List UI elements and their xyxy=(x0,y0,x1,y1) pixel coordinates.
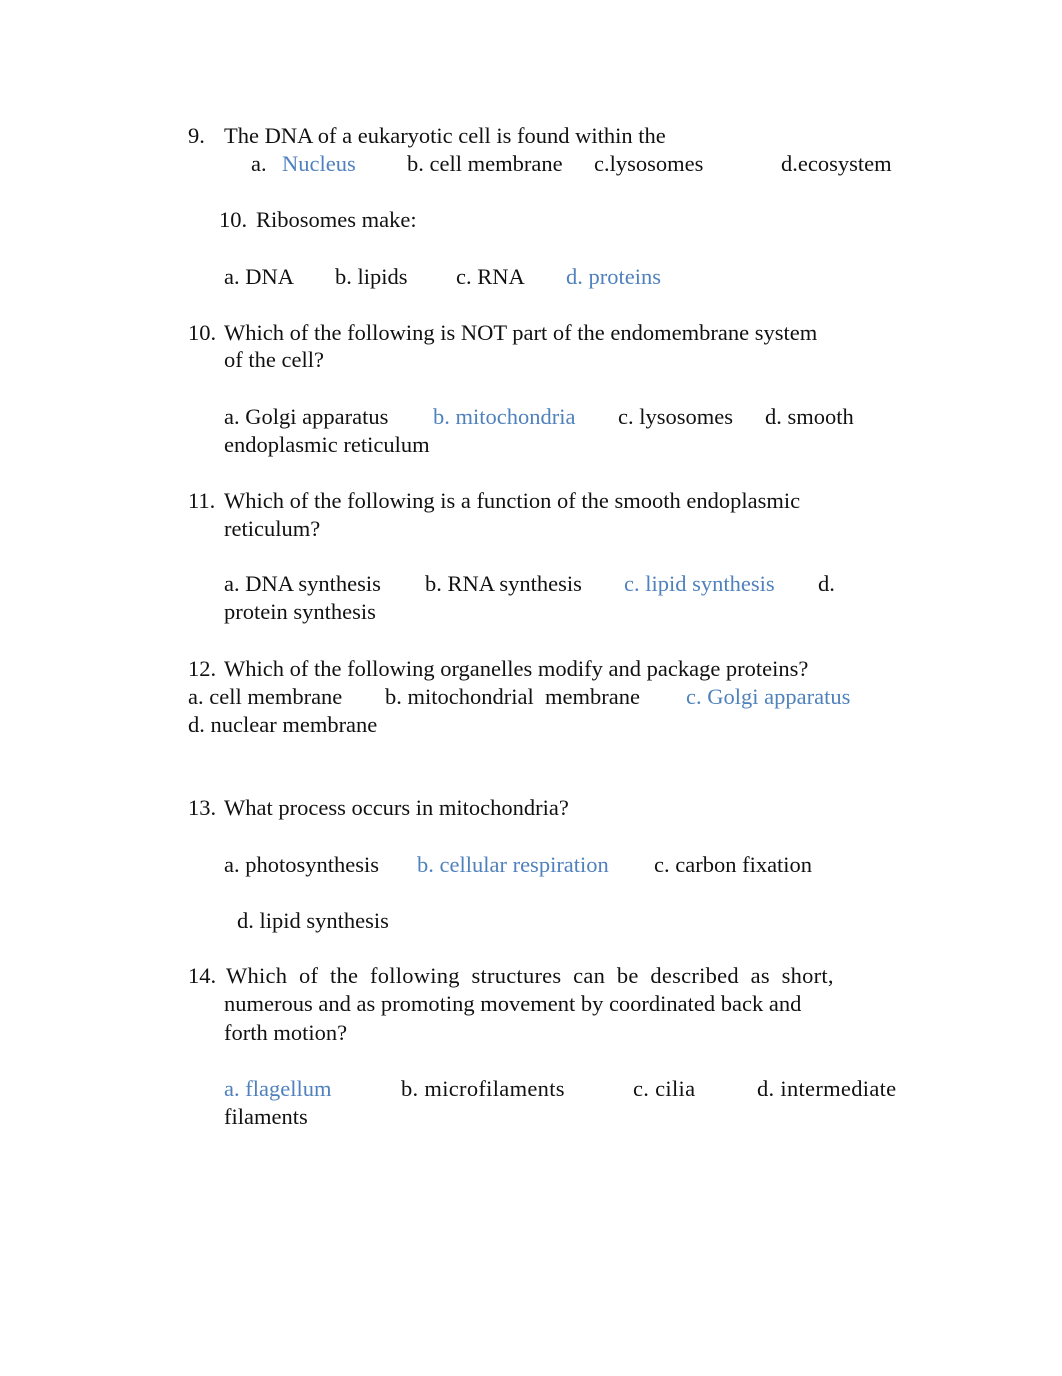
option-c: c. lysosomes xyxy=(618,404,733,429)
option-c-correct: c. Golgi apparatus xyxy=(686,684,851,709)
question-text-line3: forth motion? xyxy=(224,1020,348,1045)
question-number: 11. xyxy=(188,488,216,513)
question-text-line2: of the cell? xyxy=(224,347,324,372)
question-text: What process occurs in mitochondria? xyxy=(224,795,569,820)
question-text: Ribosomes make: xyxy=(256,207,417,232)
option-c-correct: c. lipid synthesis xyxy=(624,571,775,596)
option-b-correct: b. mitochondria xyxy=(433,404,576,429)
option-b: b. microfilaments xyxy=(401,1076,565,1101)
question-number: 12. xyxy=(188,656,217,681)
option-c: c. cilia xyxy=(633,1076,696,1101)
question-text: Which of the following organelles modify… xyxy=(224,656,809,681)
option-a: a. Golgi apparatus xyxy=(224,404,389,429)
option-d: d. smooth xyxy=(765,404,854,429)
option-b-correct: b. cellular respiration xyxy=(417,852,609,877)
option-c: c. carbon fixation xyxy=(654,852,813,877)
question-text-line1: Which of the following is NOT part of th… xyxy=(224,320,818,345)
question-text-line1: Which of the following is a function of … xyxy=(224,488,801,513)
option-a-correct: a. flagellum xyxy=(224,1076,332,1101)
question-number: 10. xyxy=(188,320,217,345)
option-d: d. nuclear membrane xyxy=(188,712,378,737)
option-d: d. lipid synthesis xyxy=(237,908,389,933)
question-text-line1: Which of the following structures can be… xyxy=(226,963,834,988)
option-a: a. DNA xyxy=(224,264,294,289)
option-d-continued: filaments xyxy=(224,1104,308,1129)
option-a-correct: Nucleus xyxy=(282,151,356,176)
question-number: 14. xyxy=(188,963,217,988)
option-a: a. DNA synthesis xyxy=(224,571,381,596)
option-d-continued: endoplasmic reticulum xyxy=(224,432,430,457)
option-d-continued: protein synthesis xyxy=(224,599,376,624)
option-c: c. RNA xyxy=(456,264,525,289)
option-b: b. lipids xyxy=(335,264,408,289)
question-number: 9. xyxy=(188,123,205,148)
option-a: a. cell membrane xyxy=(188,684,343,709)
question-text-line2: reticulum? xyxy=(224,516,321,541)
option-b: b. mitochondrial membrane xyxy=(385,684,640,709)
option-c: c.lysosomes xyxy=(594,151,704,176)
question-number: 10. xyxy=(219,207,248,232)
option-d-correct: d. proteins xyxy=(566,264,661,289)
question-text-line2: numerous and as promoting movement by co… xyxy=(224,991,802,1016)
option-b: b. RNA synthesis xyxy=(425,571,582,596)
option-d: d.ecosystem xyxy=(781,151,892,176)
option-a-label: a. xyxy=(251,151,267,176)
option-d: d. intermediate xyxy=(757,1076,897,1101)
question-text: The DNA of a eukaryotic cell is found wi… xyxy=(224,123,666,148)
option-d: d. xyxy=(818,571,835,596)
option-b: b. cell membrane xyxy=(407,151,563,176)
option-a: a. photosynthesis xyxy=(224,852,379,877)
question-number: 13. xyxy=(188,795,217,820)
